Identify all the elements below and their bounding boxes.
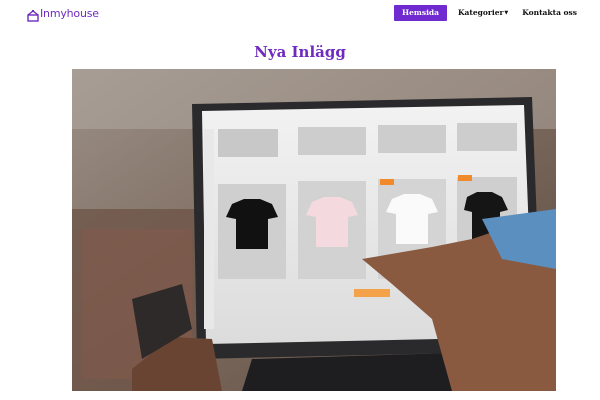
house-icon [27,7,39,22]
navbar: Inmyhouse Hemsida Kategorier ▼ Kontakta … [0,0,600,28]
laptop-shop-photo [72,69,556,391]
nav-item-label: Kontakta oss [522,8,577,17]
nav-item-label: Kategorier [458,8,504,17]
nav-menu: Hemsida Kategorier ▼ Kontakta oss [394,5,584,21]
hero-image[interactable] [72,69,556,391]
nav-item-label: Hemsida [402,8,440,17]
nav-item-kategorier[interactable]: Kategorier ▼ [451,5,515,21]
nav-item-hemsida[interactable]: Hemsida [394,5,448,21]
page-title: Nya Inlägg [254,43,346,61]
brand-name: Inmyhouse [40,6,99,20]
nav-item-kontakta[interactable]: Kontakta oss [515,5,584,21]
caret-down-icon: ▼ [504,10,509,16]
brand-logo[interactable]: Inmyhouse [27,5,99,22]
